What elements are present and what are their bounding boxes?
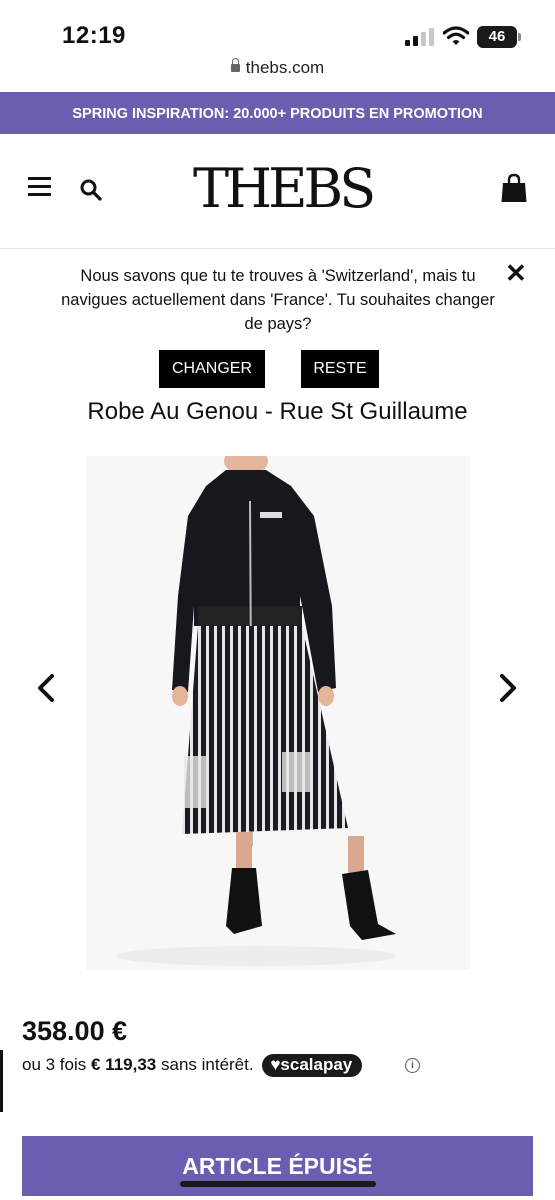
installment-suffix: sans intérêt.: [160, 1055, 254, 1074]
product-title: Robe Au Genou - Rue St Guillaume: [87, 398, 468, 425]
home-indicator: [180, 1181, 376, 1187]
promo-text: SPRING INSPIRATION: 20.000+ PRODUITS EN …: [72, 106, 483, 122]
shopping-bag-icon[interactable]: [500, 173, 528, 203]
menu-icon[interactable]: [28, 177, 51, 197]
battery-cap: [518, 33, 521, 41]
product-price: 358.00 €: [22, 1016, 128, 1046]
scalapay-badge[interactable]: ♥scalapay: [262, 1054, 363, 1077]
sold-out-button[interactable]: ARTICLE ÉPUISÉ: [22, 1136, 533, 1196]
chevron-left-icon[interactable]: [32, 670, 60, 706]
chevron-right-icon[interactable]: [494, 670, 522, 706]
stay-button[interactable]: RESTE: [301, 350, 379, 388]
site-logo[interactable]: THEBS: [193, 161, 376, 217]
status-time: 12:19: [62, 22, 126, 49]
promo-banner[interactable]: SPRING INSPIRATION: 20.000+ PRODUITS EN …: [0, 92, 555, 134]
wifi-icon: [443, 26, 469, 45]
change-country-button[interactable]: CHANGER: [159, 350, 265, 388]
battery-indicator: 46: [477, 26, 517, 48]
close-icon[interactable]: ✕: [505, 260, 527, 286]
search-icon[interactable]: [79, 178, 103, 202]
url-text: thebs.com: [245, 58, 325, 77]
cellular-signal-icon: [405, 28, 434, 46]
scalapay-label: scalapay: [280, 1055, 353, 1074]
address-bar[interactable]: thebs.com: [0, 58, 555, 78]
heart-icon: ♥: [270, 1055, 281, 1074]
product-image[interactable]: [86, 456, 470, 970]
country-notice-message: Nous savons que tu te trouves à 'Switzer…: [61, 267, 495, 333]
info-icon[interactable]: i: [405, 1058, 420, 1073]
installment-prefix: ou 3 fois: [22, 1055, 87, 1074]
edge-indicator: [0, 1050, 3, 1112]
lock-icon: [230, 58, 240, 72]
installment-info: ou 3 fois € 119,33 sans intérêt. ♥scalap…: [22, 1054, 363, 1077]
installment-amount: € 119,33: [91, 1055, 157, 1074]
product-photo-illustration: [116, 456, 396, 966]
